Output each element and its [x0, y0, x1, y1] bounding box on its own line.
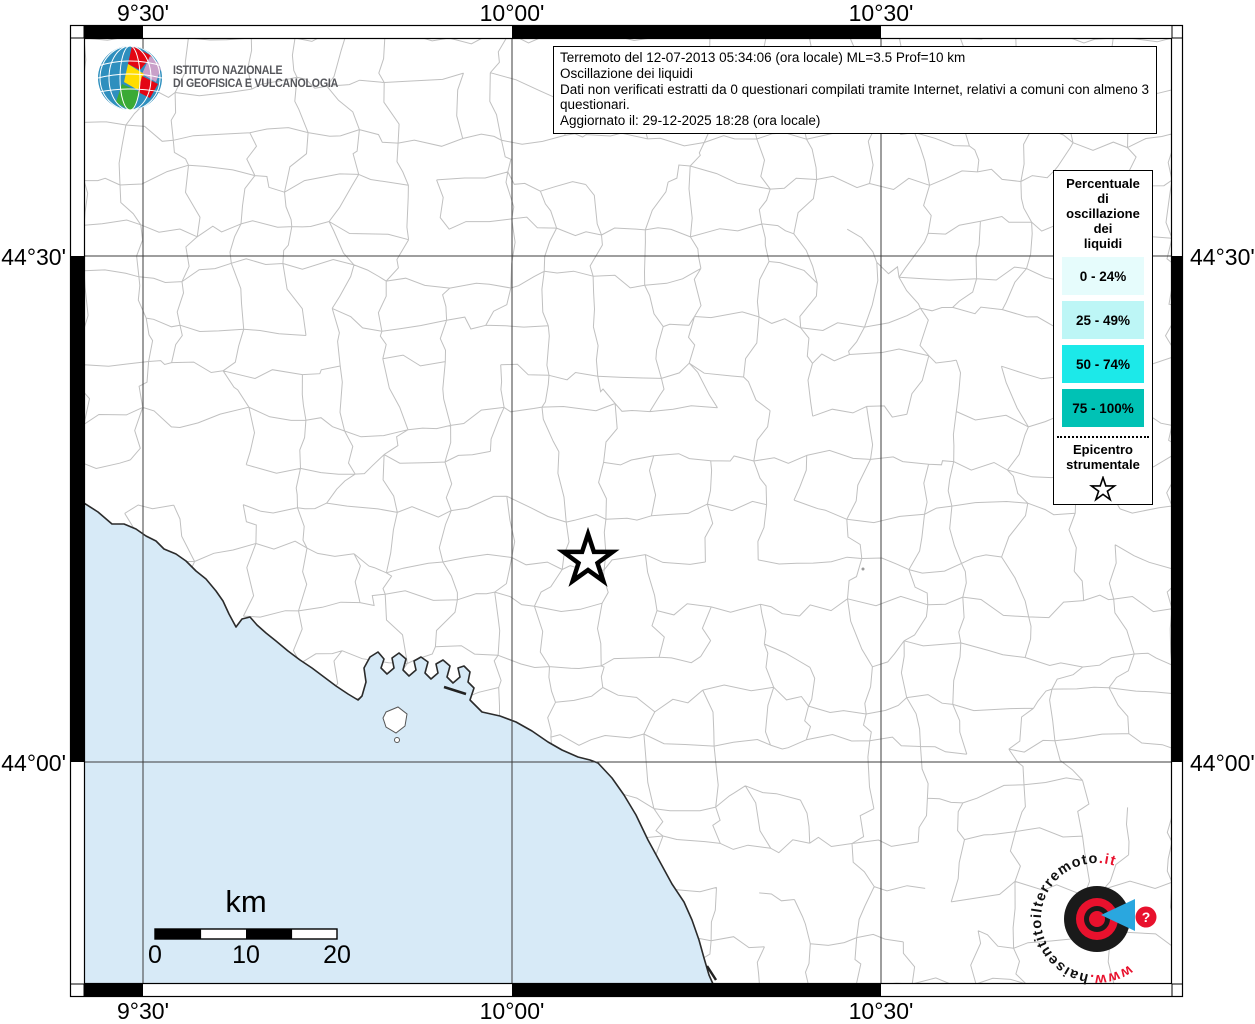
lon-label-bottom-1: 9°30'	[117, 998, 169, 1024]
question-badge: ?	[1135, 906, 1157, 928]
map-speck	[861, 567, 865, 571]
lat-label-right-2: 44°00'	[1190, 750, 1255, 776]
legend-star	[1054, 474, 1152, 507]
event-effect: Oscillazione dei liquidi	[560, 65, 693, 81]
islet	[394, 737, 400, 743]
bullseye-icon	[1064, 886, 1135, 952]
ingv-logo: ISTITUTO NAZIONALE DI GEOFISICA E VULCAN…	[98, 46, 352, 110]
legend-divider	[1057, 436, 1149, 438]
star-icon	[1088, 474, 1118, 502]
legend-title-line: oscillazione	[1066, 206, 1140, 221]
scale-unit-label: km	[225, 884, 267, 919]
watermark-www: www.	[1088, 961, 1136, 987]
event-title: Terremoto del 12-07-2013 05:34:06 (ora l…	[560, 50, 966, 65]
scale-tick-0: 0	[148, 941, 162, 969]
legend-swatch-3: 75 - 100%	[1062, 389, 1144, 427]
watermark-tld: .it	[1098, 851, 1118, 870]
scale-tick-10: 10	[232, 941, 260, 969]
lon-label-top-3: 10°30'	[848, 0, 914, 26]
lon-label-bottom-2: 10°00'	[479, 998, 545, 1024]
ingv-globe-spacer	[98, 46, 164, 110]
legend-title-line: di	[1097, 191, 1109, 206]
legend-epicenter-label-2: strumentale	[1066, 457, 1140, 472]
lat-label-left-2: 44°00'	[1, 750, 66, 776]
question-icon: ?	[1142, 909, 1151, 925]
legend: Percentuale di oscillazione dei liquidi …	[1053, 170, 1153, 505]
event-info-box: Terremoto del 12-07-2013 05:34:06 (ora l…	[553, 46, 1157, 134]
legend-title: Percentuale di oscillazione dei liquidi	[1054, 176, 1152, 251]
ingv-name-line2: DI GEOFISICA E VULCANOLOGIA	[173, 78, 339, 90]
watermark-logo: ? www.haisentitoilterremoto.it	[1029, 851, 1157, 987]
event-disclaimer: Dati non verificati estratti da 0 questi…	[560, 81, 1150, 113]
legend-title-line: Percentuale	[1066, 176, 1140, 191]
lon-label-bottom-3: 10°30'	[848, 998, 914, 1024]
lat-label-left-1: 44°30'	[1, 244, 66, 270]
legend-title-line: liquidi	[1083, 236, 1123, 251]
legend-swatch-1: 25 - 49%	[1062, 301, 1144, 339]
legend-epicenter-label-1: Epicentro	[1073, 442, 1133, 457]
lon-label-top-1: 9°30'	[117, 0, 169, 26]
legend-title-line: dei	[1093, 221, 1113, 236]
ingv-name-line1: ISTITUTO NAZIONALE	[173, 64, 283, 77]
legend-swatch-0: 0 - 24%	[1062, 257, 1144, 295]
scale-tick-20: 20	[323, 941, 351, 969]
event-updated-at: Aggiornato il: 29-12-2025 18:28 (ora loc…	[560, 113, 821, 129]
legend-swatch-2: 50 - 74%	[1062, 345, 1144, 383]
lon-label-top-2: 10°00'	[479, 0, 545, 26]
macroseismic-map-page: 9°30' 10°00' 10°30' 9°30' 10°00' 10°30' …	[0, 0, 1255, 1024]
lat-label-right-1: 44°30'	[1190, 244, 1255, 270]
ingv-name: ISTITUTO NAZIONALE DI GEOFISICA E VULCAN…	[173, 65, 338, 92]
scale-bar	[154, 928, 338, 940]
